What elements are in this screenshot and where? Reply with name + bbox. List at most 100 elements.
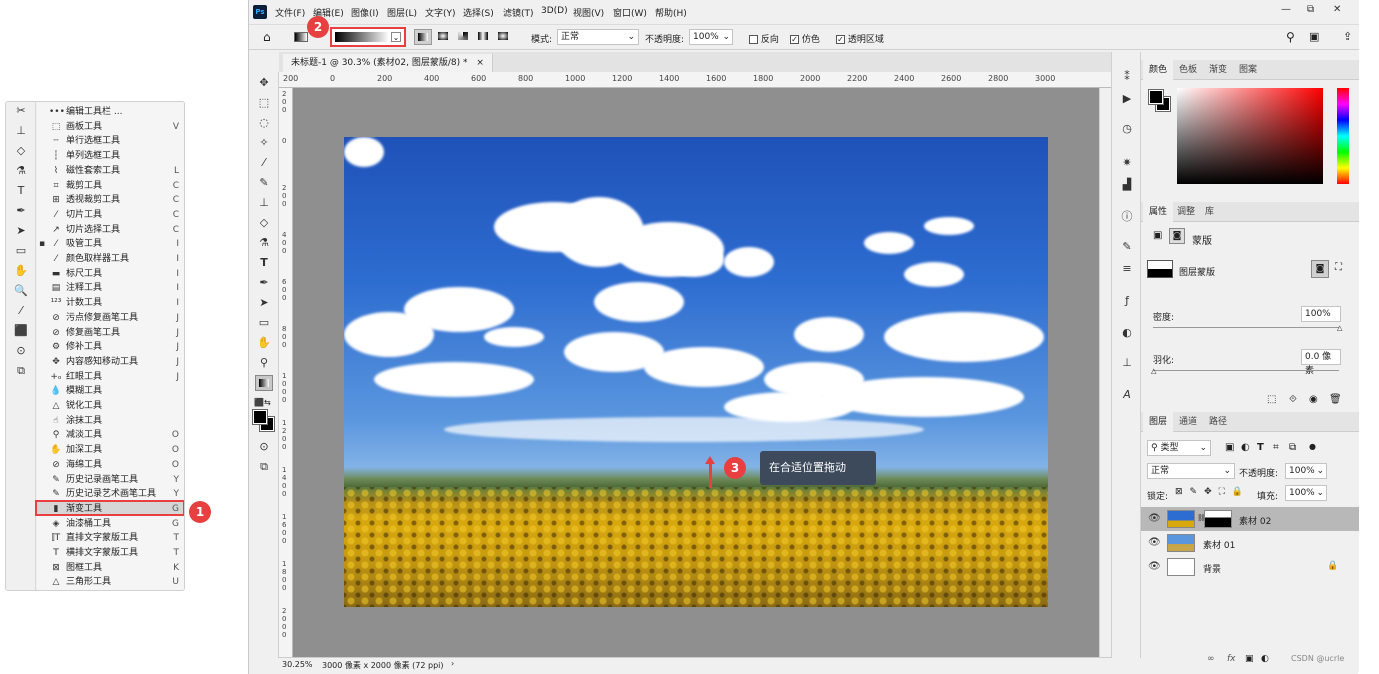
flyout-menu-item[interactable]: T 横排文字蒙版工具 T [37,546,184,560]
menu-item[interactable]: 视图(V) [573,6,604,19]
workspace-icon[interactable]: ▣ [1309,30,1319,43]
flyout-menu-item[interactable]: ◈ 油漆桶工具 G [37,517,184,531]
filter-shape-icon[interactable]: ⌗ [1273,442,1279,453]
panel-tab[interactable]: 属性 [1143,202,1174,222]
flyout-menu-item[interactable]: ⊘ 污点修复画笔工具 J [37,311,184,325]
gradient-preset-icon[interactable] [294,32,308,42]
diamond-gradient-button[interactable] [495,29,511,45]
fill-field[interactable]: 100% ⌄ [1285,485,1327,501]
info-icon[interactable]: ⓘ [1120,208,1134,223]
flyout-menu-item[interactable]: ▬ 标尺工具 I [37,267,184,281]
shape-tool-icon[interactable]: ▭ [255,316,273,332]
strip-tool-icon[interactable]: ⧉ [14,364,28,378]
paint-bucket-tool-icon[interactable]: ⚗ [255,236,273,252]
refine-mask-icon[interactable]: ⛶ [1335,262,1342,273]
character-icon[interactable]: ◐ [1120,326,1134,340]
flyout-menu-item[interactable]: 💧 模糊工具 [37,384,184,398]
layer-row-background[interactable]: 👁 背景 🔒 [1141,555,1359,579]
flyout-menu-item[interactable]: ¹²³ 计数工具 I [37,296,184,310]
flyout-menu-item[interactable]: ┆ 单列选框工具 [37,149,184,163]
panel-tab[interactable]: 颜色 [1143,60,1174,80]
menu-item[interactable]: 帮助(H) [655,6,687,19]
flyout-menu-item[interactable]: ✥ 内容感知移动工具 J [37,355,184,369]
lasso-tool-icon[interactable]: ◌ [255,116,273,132]
strip-tool-icon[interactable]: ⚗ [14,164,28,177]
strip-tool-icon[interactable]: ⁄ [14,304,28,317]
flyout-menu-item[interactable]: △ 三角形工具 U [37,575,184,589]
brush-settings-icon[interactable]: ✎ [1120,240,1134,254]
layer-opacity-field[interactable]: 100% ⌄ [1285,463,1327,479]
transparency-checkbox[interactable]: ✓ 透明区域 [836,32,884,45]
panel-tab[interactable]: 色板 [1173,60,1203,80]
panel-tab[interactable]: 渐变 [1203,60,1233,80]
menu-item[interactable]: 图层(L) [387,6,417,19]
reverse-checkbox[interactable]: 反向 [749,32,779,45]
default-colors-icon[interactable]: ⬛⇆ [254,398,271,407]
flyout-menu-item[interactable]: ⫿T 直排文字蒙版工具 T [37,531,184,545]
strip-tool-icon[interactable]: T [14,184,28,197]
strip-tool-icon[interactable]: ⊙ [14,344,28,357]
adjustments-icon[interactable]: ✷ [1120,156,1134,170]
vector-mask-icon[interactable]: ◙ [1169,228,1185,244]
gradient-picker[interactable]: ⌄ [330,27,406,47]
panel-tab[interactable]: 调整 [1171,202,1201,222]
eye-icon[interactable]: 👁 [1148,561,1161,572]
styles-fx-icon[interactable]: ƒ [1120,294,1134,308]
flyout-menu-item[interactable]: ⁄ 颜色取样器工具 I [37,252,184,266]
filter-type-icon[interactable]: T [1257,442,1264,453]
link-layers-icon[interactable]: ∞ [1207,654,1215,664]
fx-icon[interactable]: fx [1227,654,1236,664]
layer-row-material01[interactable]: 👁 素材 01 [1141,531,1359,555]
filter-smart-icon[interactable]: ⧉ [1289,442,1296,453]
eye-icon[interactable]: 👁 [1148,513,1161,524]
strip-tool-icon[interactable]: ⬛ [14,324,28,337]
menu-item[interactable]: 滤镜(T) [503,6,534,19]
blend-mode-select[interactable]: 正常 ⌄ [557,29,639,45]
stamp-tool-icon[interactable]: ⊥ [255,196,273,212]
slider-handle-icon[interactable]: △ [1151,367,1156,375]
close-tab-button[interactable]: × [476,58,484,68]
panel-tab[interactable]: 路径 [1203,412,1233,432]
strip-tool-icon[interactable]: ✂ [14,104,28,117]
lock-icons[interactable]: ⊠✎✥⛶🔒 [1175,487,1250,497]
glyphs-icon[interactable]: A [1120,388,1134,402]
pen-tool-icon[interactable]: ✒ [255,276,273,292]
strip-tool-icon[interactable]: ➤ [14,224,28,237]
pixel-mask-icon[interactable]: ▣ [1153,230,1162,241]
add-mask-icon[interactable]: ▣ [1245,654,1254,664]
zoom-level[interactable]: 30.25% [282,660,313,669]
menu-item[interactable]: 文字(Y) [425,6,456,19]
visibility-eye-icon[interactable]: ◉ [1309,394,1318,405]
slider-handle-icon[interactable]: △ [1337,324,1342,332]
angle-gradient-button[interactable] [455,29,471,45]
strip-tool-icon[interactable]: 🔍 [14,284,28,297]
flyout-menu-item[interactable]: ▤ 注释工具 I [37,281,184,295]
gradient-tool-icon[interactable] [255,375,273,391]
flyout-menu-item[interactable]: ⬚ 画板工具 V [37,120,184,134]
histogram-icon[interactable]: ▟ [1120,178,1134,192]
select-mask-icon[interactable]: ◙ [1311,260,1329,278]
path-select-tool-icon[interactable]: ➤ [255,296,273,312]
move-tool-icon[interactable]: ✥ [255,76,273,92]
filter-adjustment-icon[interactable]: ◐ [1241,442,1250,453]
panel-tab[interactable]: 通道 [1173,412,1203,432]
strip-tool-icon[interactable]: ✒ [14,204,28,217]
strip-tool-icon[interactable]: ◇ [14,144,28,157]
flyout-menu-item[interactable]: ↗ 切片选择工具 C [37,223,184,237]
share-icon[interactable]: ⇪ [1343,30,1352,43]
flyout-menu-item[interactable]: ⌇ 磁性套索工具 L [37,164,184,178]
history-clock-icon[interactable]: ◷ [1120,122,1134,136]
home-icon[interactable]: ⌂ [263,30,271,44]
hue-slider[interactable] [1337,88,1349,184]
foreground-color-swatch[interactable] [1148,89,1164,105]
menu-item[interactable]: 选择(S) [463,6,494,19]
flyout-menu-item[interactable]: ⊞ 透视裁剪工具 C [37,193,184,207]
panel-tab[interactable]: 库 [1199,202,1220,222]
density-slider[interactable] [1153,327,1339,328]
brush-tool-icon[interactable]: ✎ [255,176,273,192]
flyout-menu-item[interactable]: ┄ 单行选框工具 [37,134,184,148]
magic-wand-tool-icon[interactable]: ✧ [255,136,273,152]
type-tool-icon[interactable]: T [255,256,273,272]
search-icon[interactable]: ⚲ [1286,30,1295,44]
flyout-menu-item[interactable]: ⚲ 减淡工具 O [37,428,184,442]
